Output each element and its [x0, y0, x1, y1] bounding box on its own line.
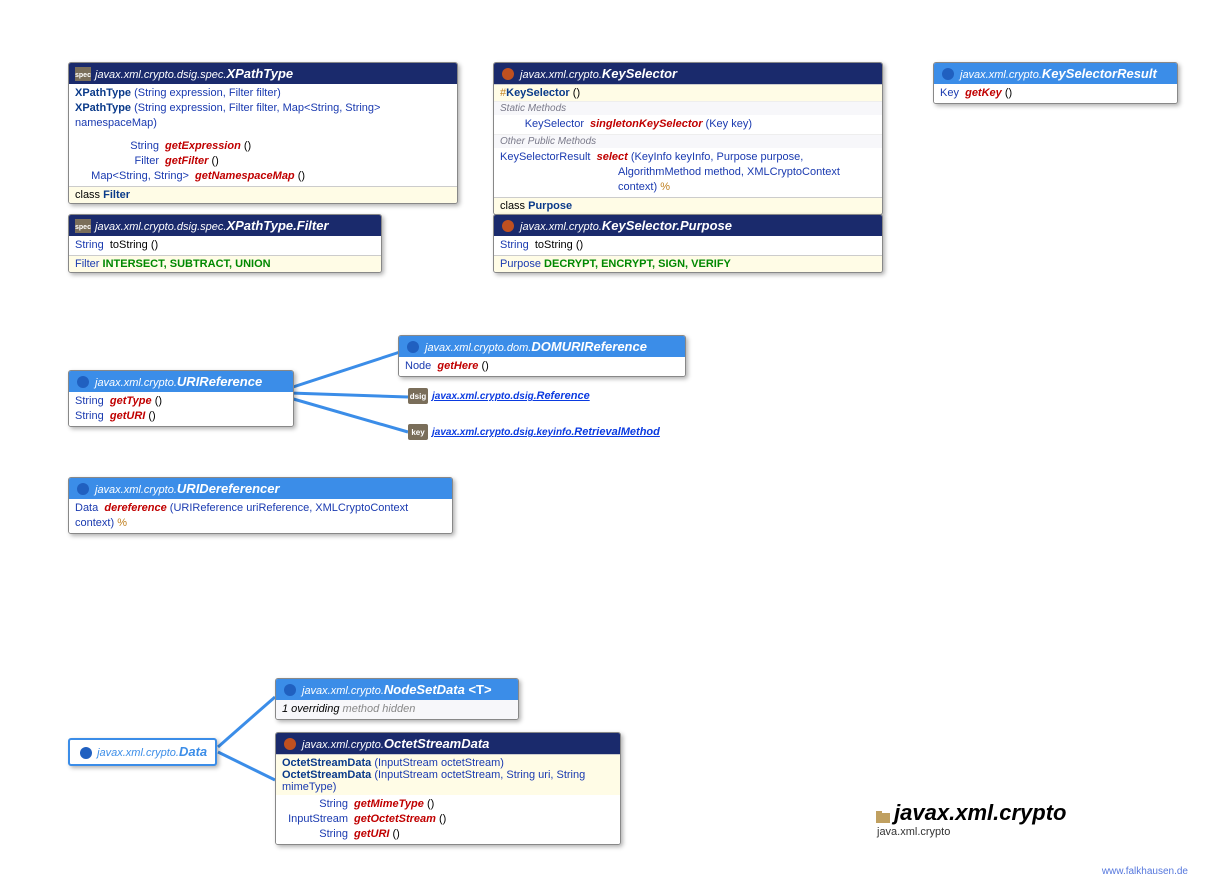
class-box-keyselector: javax.xml.crypto.KeySelector #KeySelecto… — [493, 62, 883, 215]
class-box-nodesetdata: javax.xml.crypto.NodeSetData <T> 1 overr… — [275, 678, 519, 720]
class-box-xpathtype: spec javax.xml.crypto.dsig.spec.XPathTyp… — [68, 62, 458, 204]
class-icon — [500, 219, 516, 233]
class-box-keyselectorresult: javax.xml.crypto.KeySelectorResult Key g… — [933, 62, 1178, 104]
spec-icon: spec — [75, 219, 91, 233]
watermark[interactable]: www.falkhausen.de — [1102, 866, 1188, 877]
class-box-purpose: javax.xml.crypto.KeySelector.Purpose Str… — [493, 214, 883, 273]
package-label: javax.xml.crypto.dsig.spec. — [95, 69, 226, 81]
class-name[interactable]: XPathType — [226, 66, 293, 81]
class-box-xpathtype-filter: spec javax.xml.crypto.dsig.spec.XPathTyp… — [68, 214, 382, 273]
class-header: javax.xml.crypto.URIReference — [69, 371, 293, 392]
interface-icon — [75, 375, 91, 389]
class-box-octetstreamdata: javax.xml.crypto.OctetStreamData OctetSt… — [275, 732, 621, 845]
class-box-urireference: javax.xml.crypto.URIReference String get… — [68, 370, 294, 427]
inner-class-row: class Filter — [69, 186, 457, 203]
class-box-data[interactable]: javax.xml.crypto.Data — [68, 738, 217, 766]
class-header: spec javax.xml.crypto.dsig.spec.XPathTyp… — [69, 63, 457, 84]
package-icon — [875, 810, 891, 824]
interface-icon — [405, 340, 421, 354]
class-box-domurireference: javax.xml.crypto.dom.DOMURIReference Nod… — [398, 335, 686, 377]
class-header: javax.xml.crypto.KeySelectorResult — [934, 63, 1177, 84]
ref-link-dsig-reference[interactable]: dsig javax.xml.crypto.dsig.Reference — [408, 388, 590, 404]
ref-link-key-retrievalmethod[interactable]: key javax.xml.crypto.dsig.keyinfo.Retrie… — [408, 424, 660, 440]
spec-icon: spec — [75, 67, 91, 81]
diagram-title: javax.xml.crypto java.xml.crypto — [875, 800, 1067, 838]
svg-text:spec: spec — [75, 224, 91, 231]
class-header: spec javax.xml.crypto.dsig.spec.XPathTyp… — [69, 215, 381, 236]
interface-icon — [282, 683, 298, 697]
class-header: javax.xml.crypto.KeySelector.Purpose — [494, 215, 882, 236]
class-header: javax.xml.crypto.KeySelector — [494, 63, 882, 84]
svg-text:spec: spec — [75, 72, 91, 79]
interface-icon — [78, 746, 94, 760]
class-header: javax.xml.crypto.URIDereferencer — [69, 478, 452, 499]
interface-icon — [940, 67, 956, 81]
interface-icon — [75, 482, 91, 496]
class-body: XPathType (String expression, Filter fil… — [69, 84, 457, 186]
class-box-uridereferencer: javax.xml.crypto.URIDereferencer Data de… — [68, 477, 453, 534]
section-static: Static Methods — [494, 101, 882, 115]
class-header: javax.xml.crypto.NodeSetData <T> — [276, 679, 518, 700]
class-icon — [500, 67, 516, 81]
class-header: javax.xml.crypto.dom.DOMURIReference — [399, 336, 685, 357]
class-header: javax.xml.crypto.OctetStreamData — [276, 733, 620, 754]
section-public: Other Public Methods — [494, 134, 882, 148]
class-icon — [282, 737, 298, 751]
dsig-badge-icon: dsig — [408, 388, 428, 404]
key-badge-icon: key — [408, 424, 428, 440]
